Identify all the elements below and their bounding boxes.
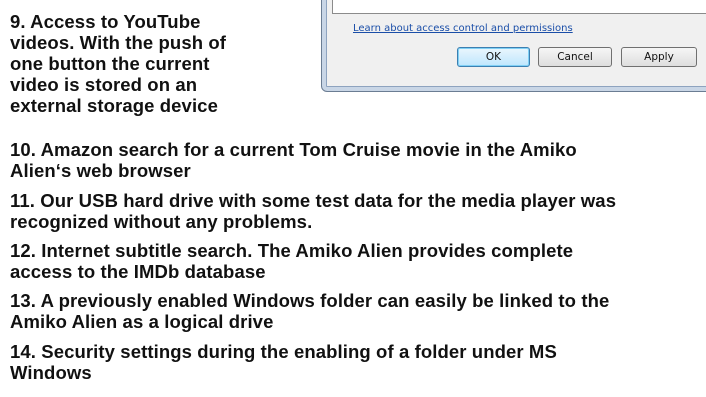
caption-line: 14. Security settings during the enablin… <box>10 341 557 362</box>
caption-line: recognized without any problems. <box>10 211 313 232</box>
caption-line: one button the current <box>10 53 210 74</box>
caption-line: external storage device <box>10 95 218 116</box>
permissions-dialog: Learn about access control and permissio… <box>321 0 706 92</box>
cancel-button[interactable]: Cancel <box>538 47 612 67</box>
caption-line: Alien‘s web browser <box>10 160 191 181</box>
permissions-list-box[interactable] <box>332 0 706 14</box>
apply-button[interactable]: Apply <box>621 47 697 67</box>
caption-line: 9. Access to YouTube <box>10 11 201 32</box>
caption-11: 11. Our USB hard drive with some test da… <box>10 190 616 232</box>
caption-line: Windows <box>10 362 92 383</box>
caption-line: access to the IMDb database <box>10 261 266 282</box>
caption-line: video is stored on an <box>10 74 198 95</box>
caption-13: 13. A previously enabled Windows folder … <box>10 290 609 332</box>
caption-line: 12. Internet subtitle search. The Amiko … <box>10 240 574 261</box>
caption-line: Amiko Alien as a logical drive <box>10 311 274 332</box>
caption-line: 13. A previously enabled Windows folder … <box>10 290 610 311</box>
caption-10: 10. Amazon search for a current Tom Crui… <box>10 139 577 181</box>
ok-button[interactable]: OK <box>457 47 530 67</box>
caption-line: 11. Our USB hard drive with some test da… <box>10 190 617 211</box>
caption-line: videos. With the push of <box>10 32 227 53</box>
caption-line: 10. Amazon search for a current Tom Crui… <box>10 139 577 160</box>
caption-12: 12. Internet subtitle search. The Amiko … <box>10 240 573 282</box>
caption-9: 9. Access to YouTube videos. With the pu… <box>10 11 226 116</box>
access-control-help-link[interactable]: Learn about access control and permissio… <box>353 23 573 34</box>
caption-14: 14. Security settings during the enablin… <box>10 341 557 383</box>
